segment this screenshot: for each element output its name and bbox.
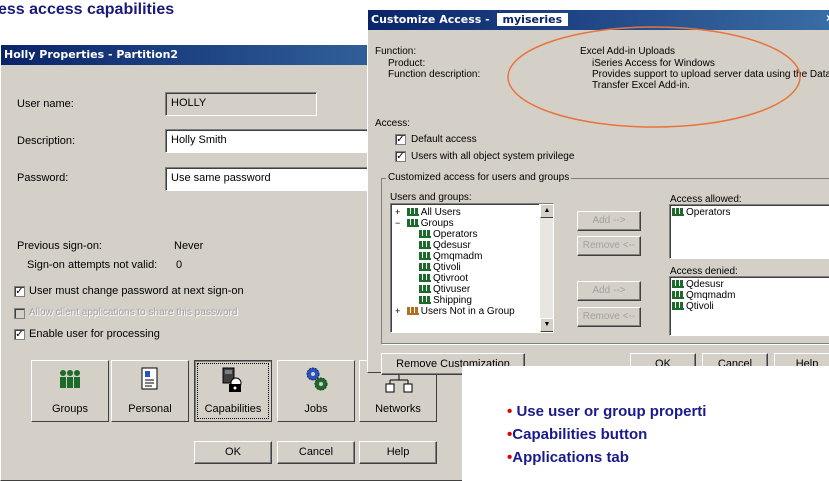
group-icon [672,302,684,311]
scroll-down-arrow-icon[interactable]: ▼ [540,318,553,332]
add-allowed-button[interactable]: Add --> [577,211,641,231]
all-object-checkbox[interactable]: ✓ [395,151,406,162]
groups-button-label: Groups [51,403,89,415]
group-icon [419,263,431,272]
add-denied-button[interactable]: Add --> [577,281,641,301]
enable-user-label: Enable user for processing [29,328,160,340]
capabilities-icon [222,367,242,392]
bullet-panel: • Use user or group properti •Capabiliti… [462,366,829,481]
group-icon [419,274,431,283]
previous-signon-label: Previous sign-on: [17,240,102,252]
group-icon [419,241,431,250]
must-change-password-checkbox[interactable]: ✓ [14,286,25,297]
product-label: Product: [388,58,426,69]
jobs-button[interactable]: Jobs [277,360,355,422]
must-change-password-label: User must change password at next sign-o… [29,285,244,297]
highlight-ellipse [507,26,801,128]
access-denied-list[interactable]: Qdesusr Qmqmadm Qtivoli [669,276,829,336]
enable-user-checkbox[interactable]: ✓ [14,329,25,340]
tree-item-qtivoli[interactable]: Qtivoli [395,262,515,273]
capabilities-button-label: Capabilities [204,403,262,415]
capabilities-button[interactable]: Capabilities [194,360,272,422]
denied-item-qmqmadm[interactable]: Qmqmadm [672,290,829,301]
default-access-checkbox[interactable]: ✓ [395,134,406,145]
user-icon [406,307,419,316]
access-allowed-list[interactable]: Operators [669,204,829,259]
users-groups-tree[interactable]: + All Users − Groups Operators Qdesusr Q… [390,203,554,333]
tree-item-qmqmadm[interactable]: Qmqmadm [395,251,515,262]
function-label: Function: [375,46,417,57]
allowed-item-operators[interactable]: Operators [672,207,829,218]
tree-scrollbar[interactable]: ▲ ▼ [539,204,553,332]
share-password-checkbox[interactable] [14,308,25,319]
tree-item-users-not-in-group[interactable]: + Users Not in a Group [395,306,515,317]
bullet-3: •Applications tab [507,449,629,466]
denied-item-qtivoli[interactable]: Qtivoli [672,301,829,312]
all-object-label: Users with all object system privilege [411,151,575,162]
customize-title: Customize Access - [371,13,490,26]
customize-access-dialog: Customize Access - myiseries × Function:… [367,9,829,375]
group-icon [406,208,419,217]
customized-access-title: Customized access for users and groups [386,172,572,183]
networks-button-label: Networks [375,403,421,415]
personal-button[interactable]: Personal [111,360,189,422]
description-field[interactable]: Holly Smith [165,129,375,153]
tree-items: + All Users − Groups Operators Qdesusr Q… [395,207,515,317]
tree-item-operators[interactable]: Operators [395,229,515,240]
user-name-label: User name: [17,98,74,110]
tree-item-groups[interactable]: − Groups [395,218,515,229]
tree-item-qdesusr[interactable]: Qdesusr [395,240,515,251]
signon-attempts-value: 0 [176,259,183,271]
remove-denied-button[interactable]: Remove <-- [577,307,641,327]
ok-button[interactable]: OK [194,441,272,464]
default-access-label: Default access [411,134,477,145]
tree-item-all-users[interactable]: + All Users [395,207,515,218]
share-password-label: Allow client applications to share this … [29,307,238,318]
denied-item-qdesusr[interactable]: Qdesusr [672,279,829,290]
group-icon [419,296,431,305]
bullet-2: •Capabilities button [507,426,648,443]
personal-icon [141,367,158,390]
slide-title: ess access capabilities [0,1,175,18]
tree-item-shipping[interactable]: Shipping [395,295,515,306]
group-icon [419,252,431,261]
signon-attempts-label: Sign-on attempts not valid: [27,259,158,271]
scroll-up-arrow-icon[interactable]: ▲ [540,204,553,218]
password-field[interactable]: Use same password [165,167,375,191]
groups-button[interactable]: Groups [31,360,109,422]
description-label: Description: [17,135,76,147]
jobs-icon [306,367,328,391]
group-icon [672,208,684,217]
remove-allowed-button[interactable]: Remove <-- [577,236,641,256]
group-icon [406,219,419,228]
function-description-label: Function description: [388,69,481,80]
tree-item-qtivroot[interactable]: Qtivroot [395,273,515,284]
tree-item-qtivuser[interactable]: Qtivuser [395,284,515,295]
group-icon [419,230,431,239]
bullet-1: • Use user or group properti [507,403,707,420]
cancel-button[interactable]: Cancel [277,441,355,464]
help-button[interactable]: Help [359,441,437,464]
user-name-field[interactable]: HOLLY [165,92,317,116]
personal-button-label: Personal [128,403,172,415]
previous-signon-value: Never [174,240,204,252]
group-icon [419,285,431,294]
access-label: Access: [375,118,411,129]
groups-icon [60,370,80,388]
jobs-button-label: Jobs [304,403,328,415]
users-groups-label: Users and groups: [390,192,472,203]
password-label: Password: [17,172,69,184]
group-icon [672,291,684,300]
group-icon [672,280,684,289]
